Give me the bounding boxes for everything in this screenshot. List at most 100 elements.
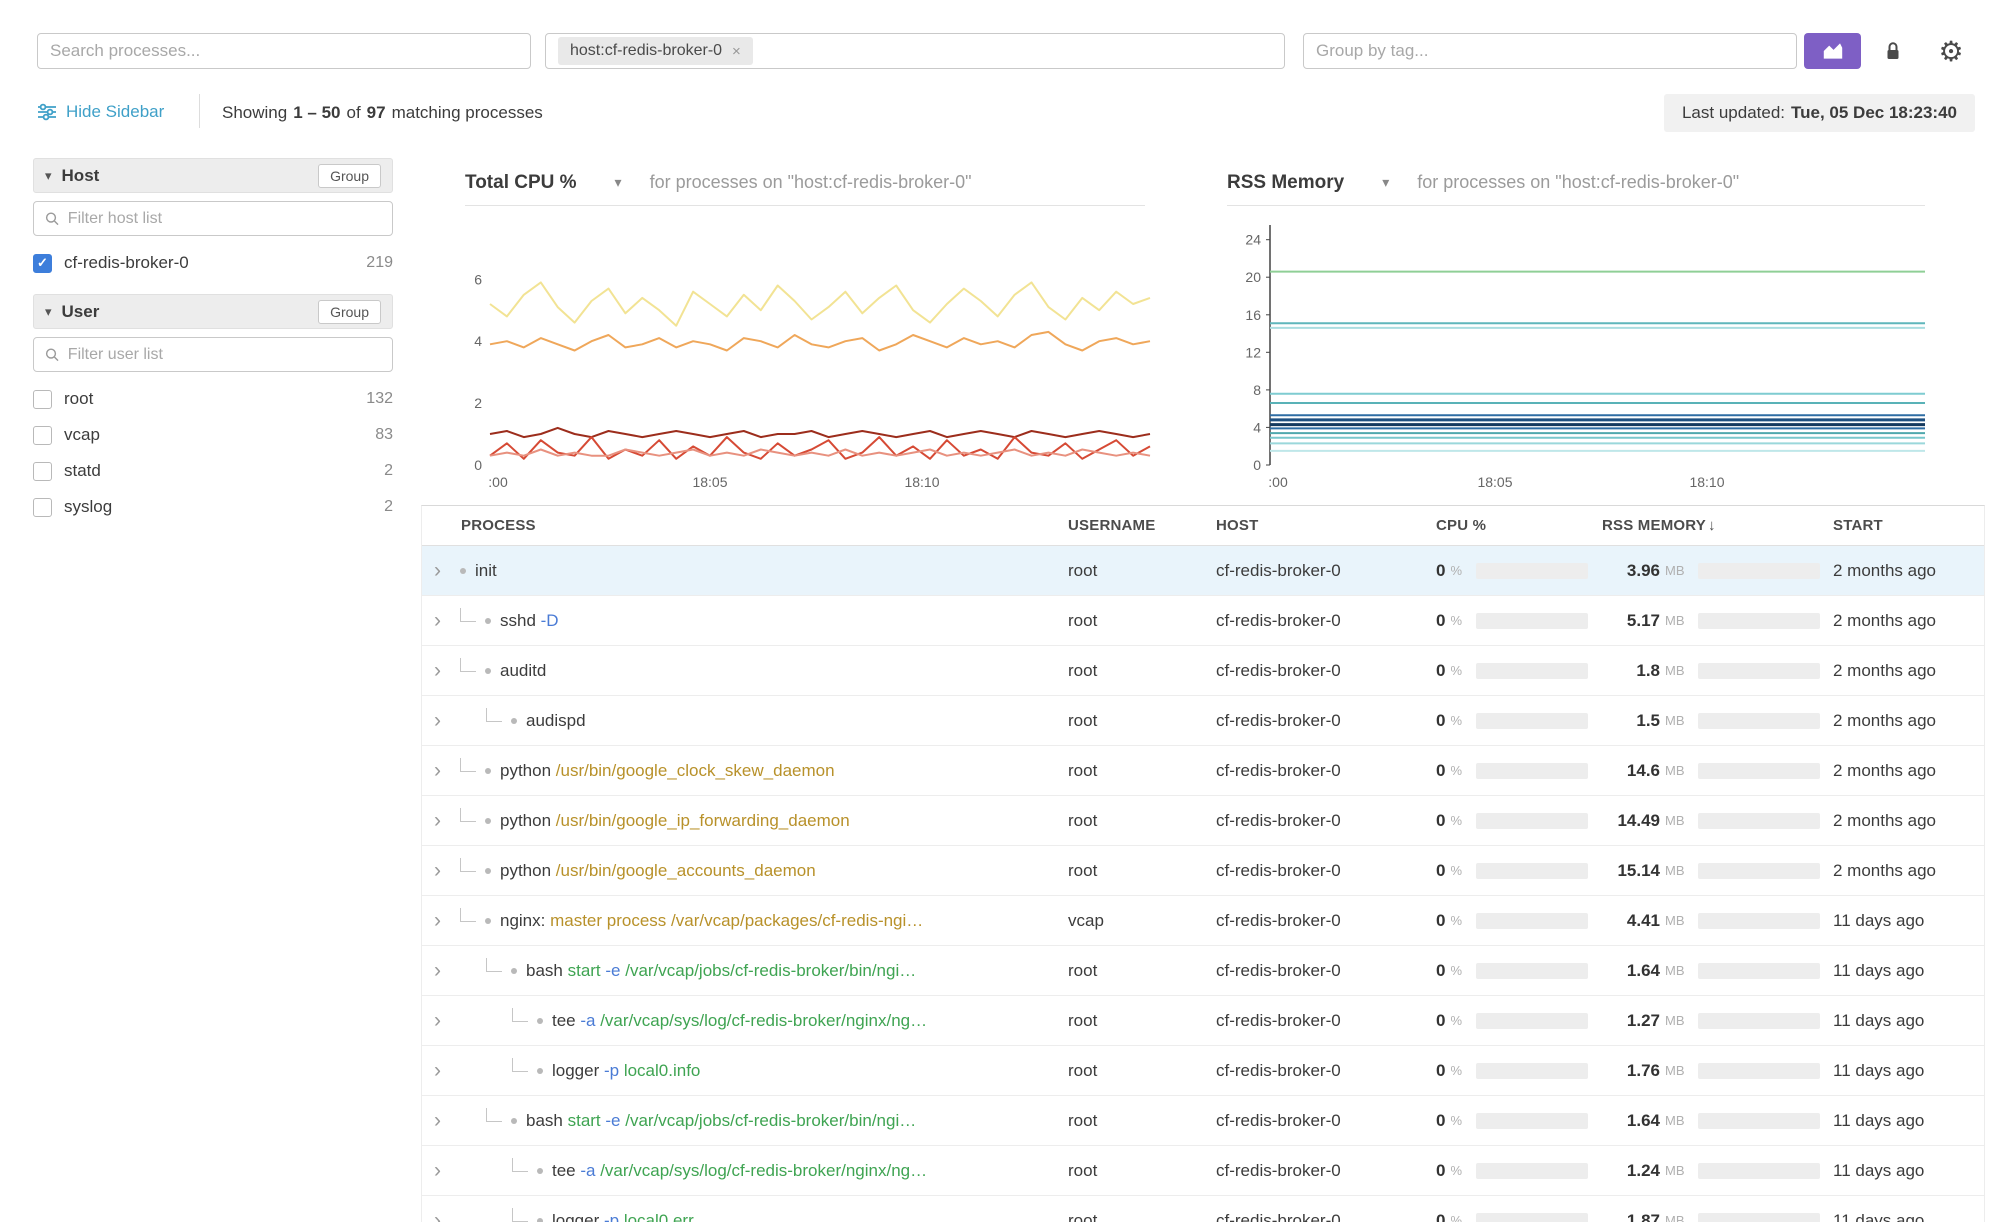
expand-chevron-icon[interactable]: › <box>434 860 460 881</box>
memory-usage-bar <box>1698 813 1820 829</box>
chevron-down-icon[interactable]: ▾ <box>1382 174 1389 191</box>
chart-view-button[interactable] <box>1804 33 1861 69</box>
memory-value: 14.49 <box>1602 811 1660 831</box>
expand-chevron-icon[interactable]: › <box>434 1210 460 1222</box>
group-by-tag-input[interactable] <box>1316 41 1784 61</box>
column-header-username[interactable]: USERNAME <box>1068 517 1216 534</box>
checkbox[interactable]: ✓ <box>33 254 52 273</box>
process-name: bash start -e /var/vcap/jobs/cf-redis-br… <box>526 1111 916 1131</box>
tag-filter-pill[interactable]: host:cf-redis-broker-0 × <box>558 37 753 65</box>
host-filter-input[interactable] <box>68 210 382 228</box>
chevron-down-icon[interactable]: ▾ <box>615 174 622 191</box>
table-row[interactable]: ›initrootcf-redis-broker-00%3.96MB2 mont… <box>422 546 1984 596</box>
host-list-item[interactable]: ✓cf-redis-broker-0219 <box>33 248 393 278</box>
user-list-item[interactable]: root132 <box>33 384 393 414</box>
process-name: nginx: master process /var/vcap/packages… <box>500 911 923 931</box>
user-section-header[interactable]: ▾ User Group <box>33 294 393 329</box>
table-row[interactable]: ›tee -a /var/vcap/sys/log/cf-redis-broke… <box>422 996 1984 1046</box>
process-cell: ›sshd -D <box>422 607 1068 635</box>
table-row[interactable]: › bash start -e /var/vcap/jobs/cf-redis-b… <box>422 1096 1984 1146</box>
expand-chevron-icon[interactable]: › <box>434 1160 460 1181</box>
checkbox[interactable] <box>33 498 52 517</box>
cpu-chart[interactable]: 0246:0018:0518:10 <box>460 215 1160 505</box>
svg-text:18:05: 18:05 <box>692 474 727 490</box>
svg-text:4: 4 <box>474 333 482 349</box>
memory-chart-metric-dropdown[interactable]: RSS Memory <box>1227 172 1344 194</box>
column-header-process[interactable]: PROCESS <box>422 517 1068 534</box>
cpu-usage-bar <box>1476 663 1588 679</box>
cpu-value: 0 <box>1436 1161 1445 1181</box>
memory-cell: 14.6MB <box>1602 761 1833 781</box>
cpu-usage-bar <box>1476 1063 1588 1079</box>
tag-filter-box[interactable]: host:cf-redis-broker-0 × <box>545 33 1285 69</box>
table-row[interactable]: › nginx: master process /var/vcap/package… <box>422 896 1984 946</box>
table-row[interactable]: › python /usr/bin/google_clock_skew_daemo… <box>422 746 1984 796</box>
column-header-host[interactable]: HOST <box>1216 517 1436 534</box>
process-dot-icon <box>485 668 491 674</box>
column-header-rss-memory[interactable]: RSS MEMORY ↓ <box>1602 517 1833 534</box>
user-group-button[interactable]: Group <box>318 300 381 324</box>
user-list-item[interactable]: vcap83 <box>33 420 393 450</box>
hide-sidebar-link[interactable]: Hide Sidebar <box>37 102 164 122</box>
column-header-start[interactable]: START <box>1833 517 1984 534</box>
chevron-down-icon[interactable]: ▾ <box>45 304 52 320</box>
cpu-unit: % <box>1450 913 1462 928</box>
checkbox[interactable] <box>33 426 52 445</box>
expand-chevron-icon[interactable]: › <box>434 560 460 581</box>
table-header-row: PROCESS USERNAME HOST CPU % RSS MEMORY ↓… <box>422 506 1984 546</box>
username-cell: root <box>1068 611 1216 631</box>
memory-cell: 1.8MB <box>1602 661 1833 681</box>
expand-chevron-icon[interactable]: › <box>434 660 460 681</box>
process-name: python /usr/bin/google_clock_skew_daemon <box>500 761 835 781</box>
expand-chevron-icon[interactable]: › <box>434 1060 460 1081</box>
process-name-segment: sshd <box>500 611 541 630</box>
expand-chevron-icon[interactable]: › <box>434 960 460 981</box>
table-row[interactable]: ›python /usr/bin/google_accounts_daemonr… <box>422 846 1984 896</box>
expand-chevron-icon[interactable]: › <box>434 1110 460 1131</box>
checkbox[interactable] <box>33 390 52 409</box>
table-row[interactable]: ›sshd -Drootcf-redis-broker-00%5.17MB2 m… <box>422 596 1984 646</box>
username-cell: root <box>1068 861 1216 881</box>
table-row[interactable]: ›logger -p local0.errrootcf-redis-broker… <box>422 1196 1984 1222</box>
search-icon <box>44 346 60 363</box>
expand-chevron-icon[interactable]: › <box>434 910 460 931</box>
memory-value: 1.87 <box>1602 1211 1660 1222</box>
user-list-item[interactable]: syslog2 <box>33 492 393 522</box>
tree-connector <box>486 1107 502 1135</box>
cpu-value: 0 <box>1436 1011 1445 1031</box>
expand-chevron-icon[interactable]: › <box>434 760 460 781</box>
facet-count: 2 <box>384 498 393 516</box>
memory-chart-header: RSS Memory ▾ for processes on "host:cf-r… <box>1227 160 1925 206</box>
expand-chevron-icon[interactable]: › <box>434 710 460 731</box>
column-header-cpu[interactable]: CPU % <box>1436 517 1602 534</box>
host-group-button[interactable]: Group <box>318 164 381 188</box>
table-row[interactable]: ›bash start -e /var/vcap/jobs/cf-redis-b… <box>422 946 1984 996</box>
search-processes-input[interactable] <box>50 41 518 61</box>
svg-text:0: 0 <box>474 457 482 473</box>
cpu-cell: 0% <box>1436 1161 1602 1181</box>
lock-button[interactable] <box>1868 33 1918 69</box>
cpu-unit: % <box>1450 613 1462 628</box>
table-row[interactable]: ›audispdrootcf-redis-broker-00%1.5MB2 mo… <box>422 696 1984 746</box>
remove-tag-icon[interactable]: × <box>732 43 741 60</box>
table-row[interactable]: ›logger -p local0.inforootcf-redis-broke… <box>422 1046 1984 1096</box>
process-name-segment: audispd <box>526 711 586 730</box>
expand-chevron-icon[interactable]: › <box>434 810 460 831</box>
memory-chart[interactable]: 04812162024:0018:0518:10 <box>1245 215 1945 505</box>
table-row[interactable]: ›auditdrootcf-redis-broker-00%1.8MB2 mon… <box>422 646 1984 696</box>
facet-label: vcap <box>64 425 100 445</box>
cpu-cell: 0% <box>1436 1011 1602 1031</box>
user-list-item[interactable]: statd2 <box>33 456 393 486</box>
table-row[interactable]: ›tee -a /var/vcap/sys/log/cf-redis-broke… <box>422 1146 1984 1196</box>
checkbox[interactable] <box>33 462 52 481</box>
table-row[interactable]: ›python /usr/bin/google_ip_forwarding_da… <box>422 796 1984 846</box>
expand-chevron-icon[interactable]: › <box>434 610 460 631</box>
chevron-down-icon[interactable]: ▾ <box>45 168 52 184</box>
memory-unit: MB <box>1665 963 1685 978</box>
cpu-chart-metric-dropdown[interactable]: Total CPU % <box>465 172 577 194</box>
tree-connector <box>486 707 502 735</box>
host-section-header[interactable]: ▾ Host Group <box>33 158 393 193</box>
user-filter-input[interactable] <box>68 346 382 364</box>
settings-button[interactable]: ⚙ <box>1924 33 1978 69</box>
expand-chevron-icon[interactable]: › <box>434 1010 460 1031</box>
